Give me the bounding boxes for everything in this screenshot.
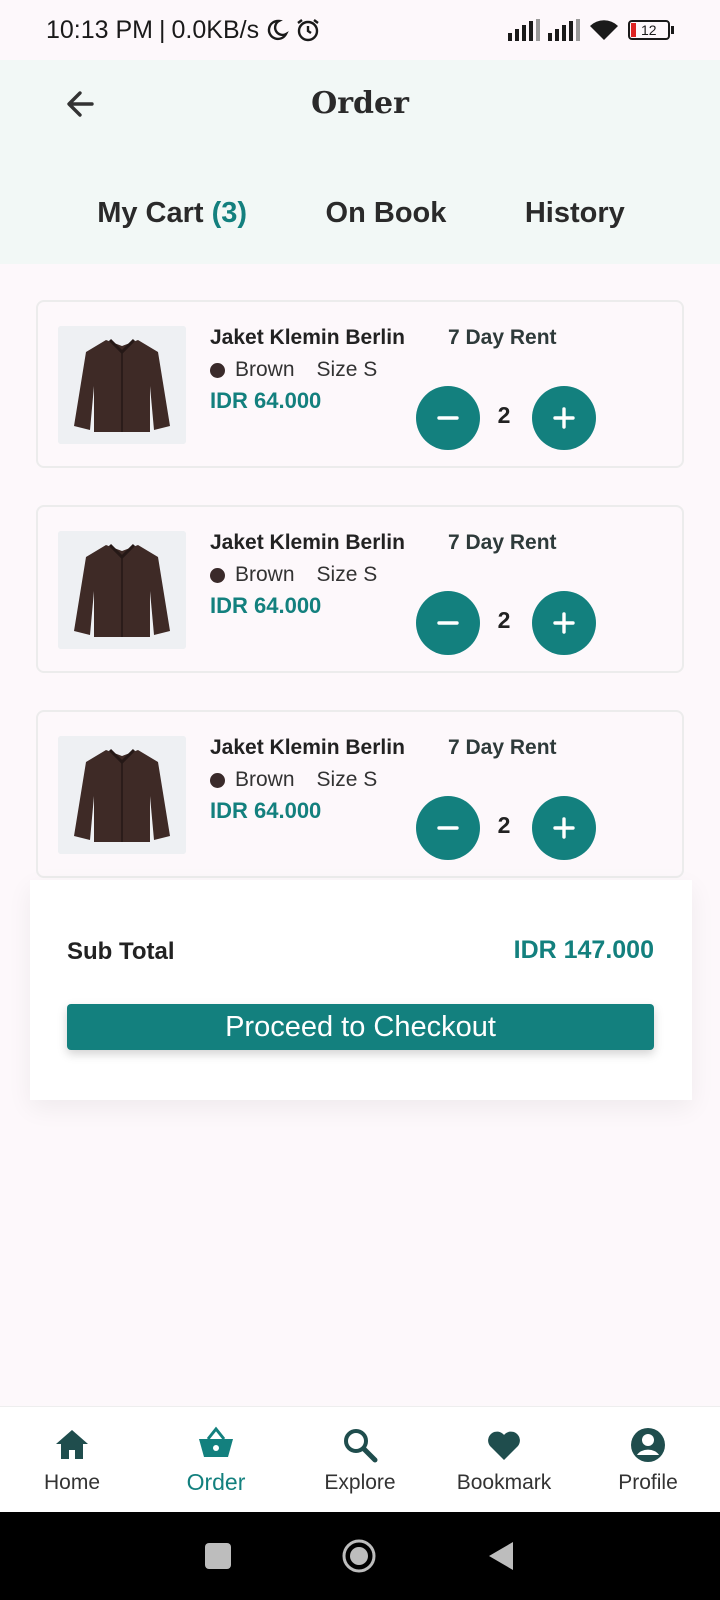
nav-item-profile[interactable]: Profile [576,1425,720,1495]
cart-item[interactable]: Jaket Klemin Berlin 7 Day Rent Brown Siz… [36,710,684,878]
home-button[interactable] [341,1538,377,1574]
color-swatch [210,567,225,583]
product-image [58,531,186,649]
tab-on-book[interactable]: On Book [326,197,447,230]
item-price: IDR 64.000 [210,798,322,823]
system-nav-bar [0,1512,720,1600]
cart-count-badge: (3) [211,196,248,229]
back-button[interactable] [487,1540,515,1572]
subtotal-label: Sub Total [67,938,175,965]
nav-label-home: Home [43,1470,101,1494]
item-size: Size S [316,563,378,586]
decrease-qty-button[interactable] [416,386,480,450]
item-name: Jaket Klemin Berlin [210,531,405,554]
status-separator: | [159,15,166,44]
minus-icon [437,416,459,420]
cart-item[interactable]: Jaket Klemin Berlin 7 Day Rent Brown Siz… [36,300,684,468]
item-rent-duration: 7 Day Rent [448,736,557,759]
qty-value: 2 [497,607,511,633]
status-bar: 10:13 PM | 0.0KB/s 12 [0,0,720,60]
battery-icon: 12 [628,20,674,40]
alarm-icon [297,19,319,42]
nav-label-profile: Profile [618,1470,678,1494]
increase-qty-button[interactable] [532,591,596,655]
minus-icon [437,621,459,625]
item-color: Brown [235,768,295,791]
nav-item-order[interactable]: Order [144,1423,288,1496]
cart-item[interactable]: Jaket Klemin Berlin 7 Day Rent Brown Siz… [36,505,684,673]
item-meta: Brown Size S [210,358,377,382]
item-size: Size S [316,768,378,791]
subtotal-value: IDR 147.000 [513,936,654,964]
item-rent-duration: 7 Day Rent [448,531,557,554]
decrease-qty-button[interactable] [416,796,480,860]
plus-icon [553,407,575,429]
tab-my-cart-label: My Cart [97,196,204,229]
color-swatch [210,362,225,378]
profile-icon [631,1427,665,1462]
item-size: Size S [316,358,378,381]
heart-icon [488,1431,520,1460]
tab-bar: My Cart (3) On Book History [0,188,720,238]
item-color: Brown [235,563,295,586]
product-image [58,736,186,854]
bottom-nav: Home Order Explore Bookmark Profile [0,1406,720,1512]
nav-label-bookmark: Bookmark [456,1470,552,1494]
checkout-button[interactable]: Proceed to Checkout [67,1004,654,1050]
nav-item-home[interactable]: Home [0,1425,144,1495]
battery-level: 12 [641,22,657,38]
plus-icon [553,612,575,634]
plus-icon [553,817,575,839]
signal-icon-2 [548,19,580,41]
status-time: 10:13 PM [46,15,154,44]
product-image [58,326,186,444]
order-summary: Sub Total IDR 147.000 Proceed to Checkou… [30,880,692,1100]
item-color: Brown [235,358,295,381]
nav-label-order: Order [186,1469,246,1495]
item-rent-duration: 7 Day Rent [448,326,557,349]
cart-list: Jaket Klemin Berlin 7 Day Rent Brown Siz… [36,300,684,915]
item-meta: Brown Size S [210,563,377,587]
tab-history[interactable]: History [525,197,625,230]
decrease-qty-button[interactable] [416,591,480,655]
status-speed: 0.0KB/s [171,15,260,44]
home-icon [56,1429,88,1459]
signal-icon [508,19,540,41]
moon-icon [267,19,289,41]
item-price: IDR 64.000 [210,388,322,413]
nav-item-explore[interactable]: Explore [288,1425,432,1495]
header: Order My Cart (3) On Book History [0,60,720,264]
item-price: IDR 64.000 [210,593,322,618]
nav-item-bookmark[interactable]: Bookmark [432,1425,576,1495]
increase-qty-button[interactable] [532,386,596,450]
qty-value: 2 [497,402,511,428]
tab-my-cart[interactable]: My Cart (3) [97,197,247,230]
search-icon [344,1428,378,1462]
nav-label-explore: Explore [324,1470,396,1494]
wifi-icon [590,20,618,40]
item-name: Jaket Klemin Berlin [210,326,405,349]
qty-value: 2 [497,812,511,838]
increase-qty-button[interactable] [532,796,596,860]
item-name: Jaket Klemin Berlin [210,736,405,759]
color-swatch [210,772,225,788]
basket-icon [199,1426,233,1457]
item-meta: Brown Size S [210,768,377,792]
minus-icon [437,826,459,830]
page-title: Order [311,86,409,121]
recent-apps-button[interactable] [205,1543,231,1569]
